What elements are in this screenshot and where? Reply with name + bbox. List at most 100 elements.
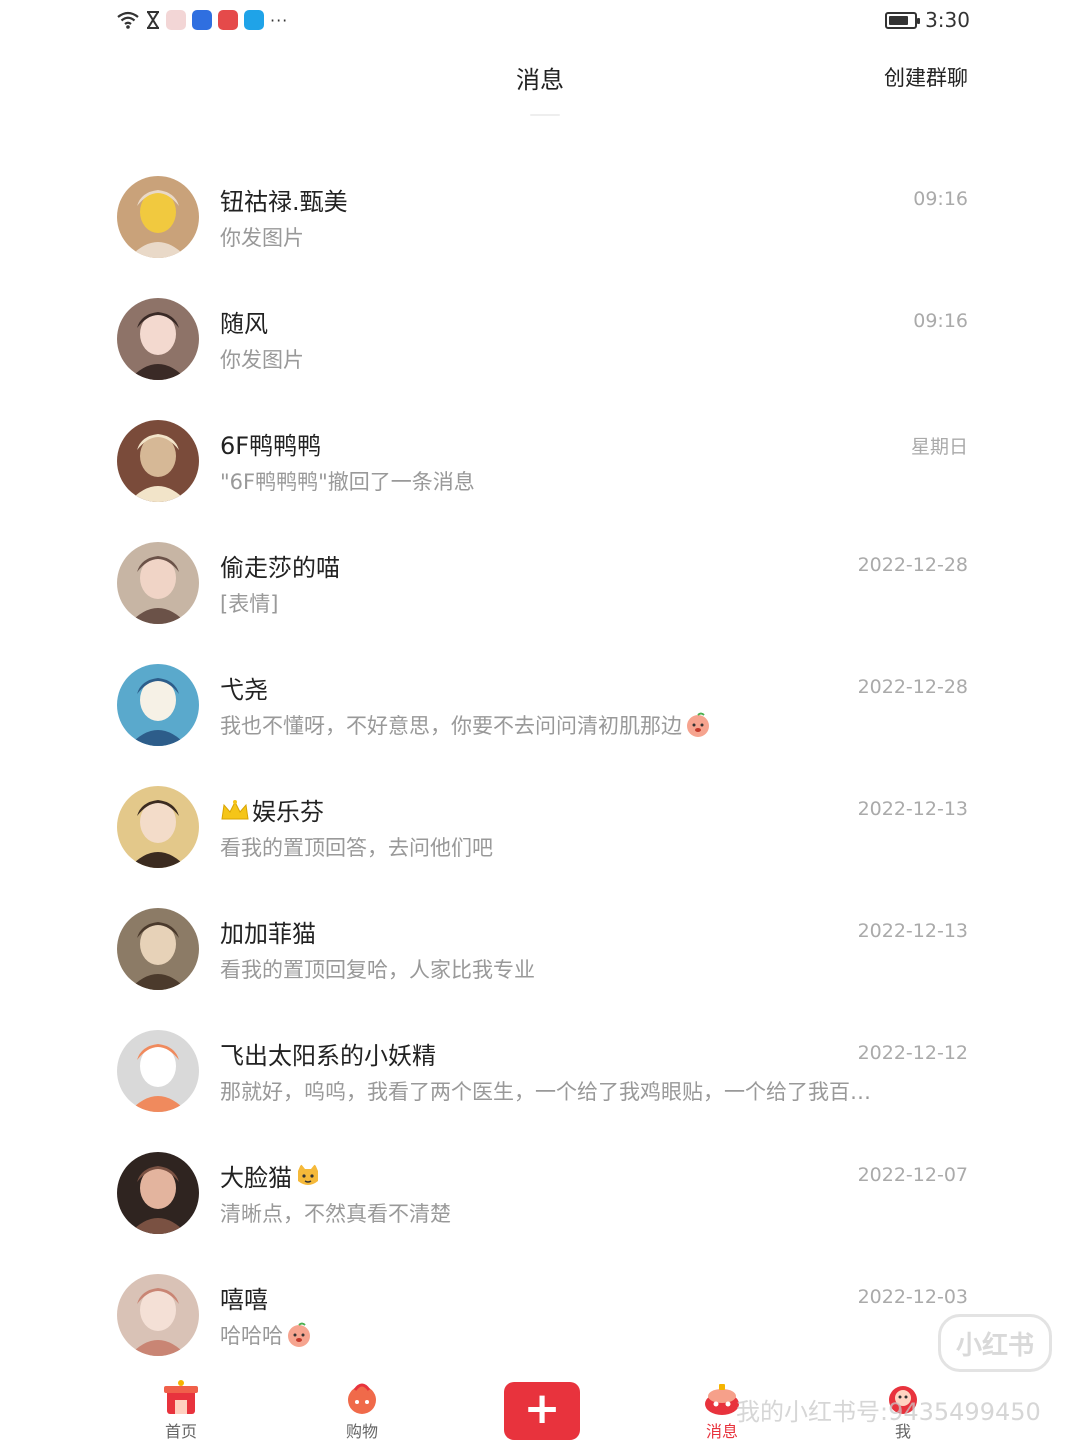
publish-button[interactable]: + (504, 1382, 580, 1440)
avatar[interactable] (117, 542, 199, 624)
envelope-app-icon (166, 10, 186, 30)
chat-preview-text: 哈哈哈 (220, 1324, 283, 1348)
chat-preview: 你发图片 (220, 344, 304, 374)
chat-preview-text: 你发图片 (220, 226, 304, 250)
chat-time: 09:16 (913, 310, 968, 332)
chat-preview-text: 那就好，呜呜，我看了两个医生，一个给了我鸡眼贴，一个给了我百… (220, 1080, 871, 1104)
title-indicator (530, 114, 560, 116)
header: 消息 创建群聊 (0, 48, 1080, 118)
chat-preview: 清晰点，不然真看不清楚 (220, 1198, 451, 1228)
avatar[interactable] (117, 1274, 199, 1356)
chat-name-text: 随风 (220, 310, 268, 338)
search-app-icon (244, 10, 264, 30)
chat-name-text: 飞出太阳系的小妖精 (220, 1042, 436, 1070)
chat-time: 09:16 (913, 188, 968, 210)
tab-label: 购物 (345, 1422, 378, 1440)
chat-name: 大脸猫 (220, 1158, 321, 1193)
chat-time: 2022-12-12 (857, 1042, 968, 1064)
chat-preview: [表情] (220, 588, 278, 618)
peach-emoji-icon (687, 712, 709, 737)
peach-emoji-icon (288, 1322, 310, 1347)
chat-preview: "6F鸭鸭鸭"撤回了一条消息 (220, 466, 475, 496)
chat-row[interactable]: 娱乐芬看我的置顶回答，去问他们吧 2022-12-13 (0, 766, 1080, 888)
chat-preview-text: 看我的置顶回答，去问他们吧 (220, 836, 493, 860)
chat-preview: 那就好，呜呜，我看了两个医生，一个给了我鸡眼贴，一个给了我百… (220, 1076, 871, 1106)
chat-name-text: 大脸猫 (220, 1164, 292, 1192)
chat-time: 2022-12-13 (857, 798, 968, 820)
cat-face-emoji-icon (298, 1163, 318, 1185)
chat-name-text: 偷走莎的喵 (220, 554, 340, 582)
tab-home[interactable]: 首页 (141, 1372, 221, 1440)
chat-time: 2022-12-13 (857, 920, 968, 942)
avatar[interactable] (117, 420, 199, 502)
chat-name: 随风 (220, 304, 268, 339)
chat-name-text: 弋尧 (220, 676, 268, 704)
tab-label: 首页 (164, 1422, 197, 1440)
chat-row[interactable]: 加加菲猫看我的置顶回复哈，人家比我专业 2022-12-13 (0, 888, 1080, 1010)
chat-name: 加加菲猫 (220, 914, 316, 949)
chat-time: 2022-12-28 (857, 554, 968, 576)
chat-row[interactable]: 嘻嘻哈哈哈 2022-12-03 (0, 1254, 1080, 1376)
status-right: 3:30 (885, 8, 970, 32)
clock: 3:30 (925, 8, 970, 32)
avatar[interactable] (117, 298, 199, 380)
chat-row[interactable]: 弋尧我也不懂呀，不好意思，你要不去问问清初肌那边 2022-12-28 (0, 644, 1080, 766)
chat-preview-text: "6F鸭鸭鸭"撤回了一条消息 (220, 470, 475, 494)
chat-time: 2022-12-03 (857, 1286, 968, 1308)
chat-preview: 看我的置顶回答，去问他们吧 (220, 832, 493, 862)
chat-row[interactable]: 大脸猫清晰点，不然真看不清楚 2022-12-07 (0, 1132, 1080, 1254)
chat-preview-text: 看我的置顶回复哈，人家比我专业 (220, 958, 535, 982)
chat-row[interactable]: 飞出太阳系的小妖精那就好，呜呜，我看了两个医生，一个给了我鸡眼贴，一个给了我百…… (0, 1010, 1080, 1132)
chat-list: 钮祜禄.甄美 你发图片 09:16 随风 你发图片 09:16 6F鸭鸭鸭 "6F鸭鸭鸭"撤回… (0, 156, 1080, 1376)
avatar[interactable] (117, 786, 199, 868)
chat-preview: 哈哈哈 (220, 1320, 312, 1350)
chat-name-text: 6F鸭鸭鸭 (220, 432, 322, 460)
chat-name-text: 加加菲猫 (220, 920, 316, 948)
chat-row[interactable]: 随风你发图片 09:16 (0, 278, 1080, 400)
chat-name-text: 娱乐芬 (252, 798, 324, 826)
chat-preview: 看我的置顶回复哈，人家比我专业 (220, 954, 535, 984)
wifi-icon (116, 10, 140, 30)
avatar[interactable] (117, 908, 199, 990)
hourglass-icon (146, 11, 160, 29)
avatar[interactable] (117, 176, 199, 258)
chat-preview-text: 清晰点，不然真看不清楚 (220, 1202, 451, 1226)
crown-icon (221, 799, 249, 819)
chat-name: 弋尧 (220, 670, 268, 705)
create-group-button[interactable]: 创建群聊 (884, 62, 968, 92)
watermark-logo: 小红书 (938, 1314, 1052, 1372)
chat-preview-text: 你发图片 (220, 348, 304, 372)
blue-app-icon (192, 10, 212, 30)
chat-row[interactable]: 偷走莎的喵 [表情] 2022-12-28 (0, 522, 1080, 644)
shopping-icon (348, 1383, 376, 1414)
more-notifications-icon: ··· (270, 10, 289, 30)
home-icon (164, 1380, 198, 1414)
chat-name: 钮祜禄.甄美 (220, 182, 348, 217)
chat-name: 嘻嘻 (220, 1280, 268, 1315)
avatar[interactable] (117, 1030, 199, 1112)
chat-preview-text: [表情] (220, 592, 279, 616)
chat-time: 星期日 (910, 436, 968, 458)
status-icons: ··· (116, 8, 288, 32)
chat-row[interactable]: 钮祜禄.甄美你发图片 09:16 (0, 156, 1080, 278)
chat-time: 2022-12-28 (857, 676, 968, 698)
chat-name: 娱乐芬 (220, 792, 324, 827)
avatar[interactable] (117, 664, 199, 746)
chat-row[interactable]: 6F鸭鸭鸭 "6F鸭鸭鸭"撤回了一条消息 星期日 (0, 400, 1080, 522)
avatar[interactable] (117, 1152, 199, 1234)
chat-preview: 你发图片 (220, 222, 304, 252)
chat-name-text: 嘻嘻 (220, 1286, 268, 1314)
battery-fill (889, 15, 909, 25)
chat-time: 2022-12-07 (857, 1164, 968, 1186)
red-app-icon (218, 10, 238, 30)
chat-preview: 我也不懂呀，不好意思，你要不去问问清初肌那边 (220, 710, 711, 740)
battery-icon (885, 11, 921, 29)
plus-icon: + (523, 1383, 561, 1434)
chat-name-text: 钮祜禄.甄美 (220, 188, 348, 216)
status-bar: ··· 3:30 (0, 0, 1080, 42)
chat-name: 偷走莎的喵 (220, 548, 340, 583)
chat-name: 飞出太阳系的小妖精 (220, 1036, 436, 1071)
tab-shopping[interactable]: 购物 (322, 1372, 402, 1440)
chat-preview-text: 我也不懂呀，不好意思，你要不去问问清初肌那边 (220, 714, 682, 738)
watermark-text: 我的小红书号:9435499450 (736, 1398, 1041, 1426)
